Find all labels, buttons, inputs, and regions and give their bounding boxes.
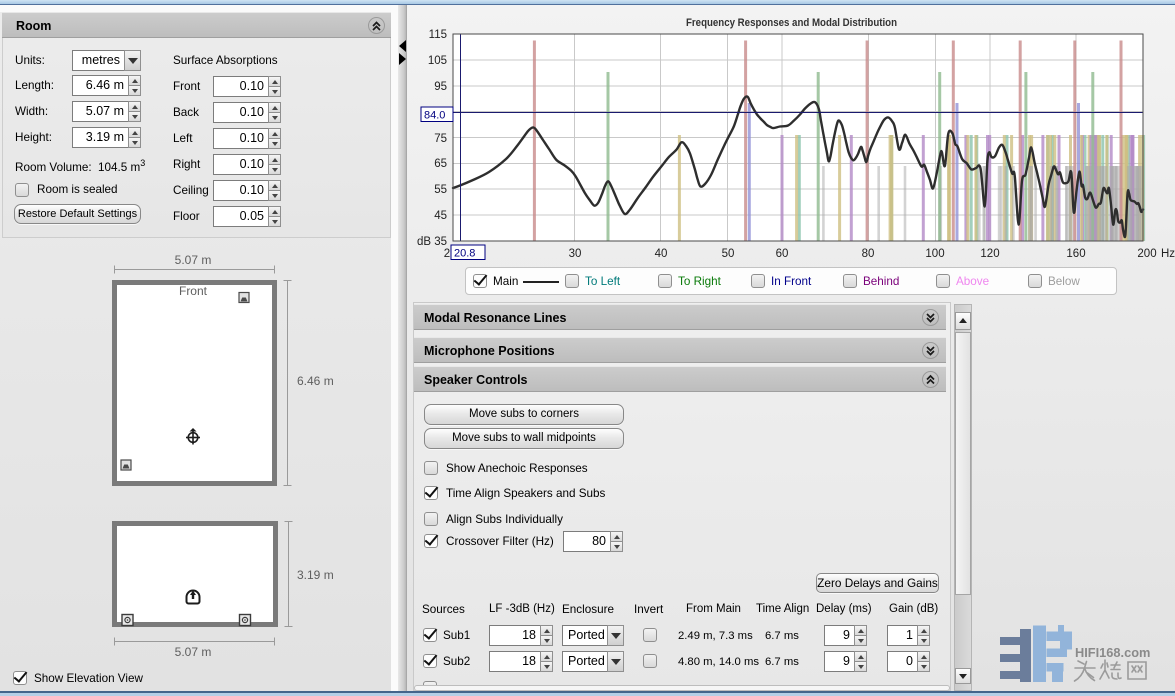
svg-text:160: 160: [1066, 248, 1085, 260]
svg-text:80: 80: [862, 248, 875, 260]
svg-text:200: 200: [1137, 248, 1156, 260]
svg-text:20.8: 20.8: [454, 248, 475, 260]
svg-text:60: 60: [776, 248, 789, 260]
svg-text:2: 2: [444, 248, 450, 260]
svg-text:Hz: Hz: [1161, 248, 1175, 260]
svg-text:6.46 m: 6.46 m: [297, 374, 334, 388]
svg-text:Frequency Responses and Modal: Frequency Responses and Modal Distributi…: [686, 17, 897, 29]
svg-text:3.19 m: 3.19 m: [297, 568, 334, 582]
svg-text:115: 115: [429, 29, 447, 41]
svg-text:95: 95: [434, 81, 447, 93]
svg-text:HIFI168.com: HIFI168.com: [1075, 645, 1150, 660]
svg-text:84.0: 84.0: [424, 110, 445, 122]
svg-text:5.07 m: 5.07 m: [175, 645, 212, 659]
svg-text:45: 45: [434, 210, 447, 222]
svg-text:55: 55: [434, 184, 447, 196]
svg-text:40: 40: [655, 248, 668, 260]
svg-text:120: 120: [980, 248, 999, 260]
svg-text:105: 105: [428, 55, 447, 67]
svg-text:30: 30: [569, 248, 582, 260]
svg-text:65: 65: [434, 158, 447, 170]
svg-text:dB 35: dB 35: [417, 236, 447, 248]
svg-text:100: 100: [925, 248, 944, 260]
svg-text:50: 50: [722, 248, 735, 260]
svg-text:75: 75: [434, 133, 447, 145]
